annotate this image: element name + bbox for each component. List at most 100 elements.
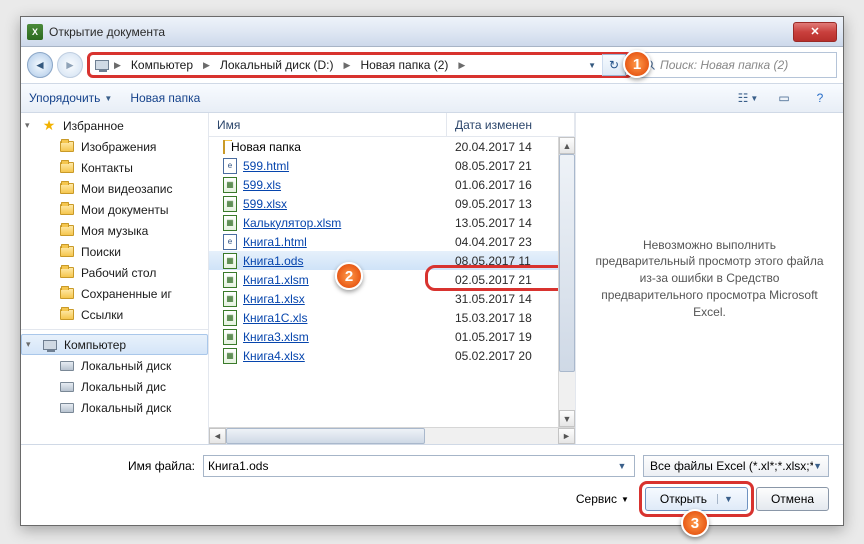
file-row[interactable]: Новая папка20.04.2017 14: [209, 137, 558, 156]
nav-drive[interactable]: Локальный диск: [21, 397, 208, 418]
chevron-right-icon[interactable]: ▶: [342, 60, 353, 71]
folder-icon: [59, 160, 75, 176]
chevron-right-icon[interactable]: ▶: [112, 60, 123, 71]
toolbar: Упорядочить▼ Новая папка ☷ ▼ ▭ ?: [21, 83, 843, 113]
file-row[interactable]: ▦599.xlsx09.05.2017 13: [209, 194, 558, 213]
column-header-date[interactable]: Дата изменен: [447, 113, 575, 136]
organize-button[interactable]: Упорядочить▼: [29, 91, 112, 105]
xls-file-icon: ▦: [223, 272, 237, 288]
file-row[interactable]: ▦Книга1.ods08.05.2017 11: [209, 251, 558, 270]
file-date: 09.05.2017 13: [447, 197, 558, 211]
nav-item[interactable]: Поиски: [21, 241, 208, 262]
breadcrumb-segment[interactable]: Новая папка (2): [354, 56, 454, 74]
new-folder-button[interactable]: Новая папка: [130, 91, 200, 105]
search-placeholder: Поиск: Новая папка (2): [660, 58, 788, 72]
star-icon: ★: [41, 118, 57, 134]
scroll-right-icon[interactable]: ►: [558, 428, 575, 444]
nav-item[interactable]: Мои видеозапис: [21, 178, 208, 199]
nav-drive[interactable]: Локальный дис: [21, 376, 208, 397]
back-button[interactable]: ◄: [27, 52, 53, 78]
drive-icon: [59, 358, 75, 374]
titlebar: X Открытие документа ✕: [21, 17, 843, 47]
address-dropdown-icon[interactable]: ▼: [584, 61, 600, 70]
nav-item-label: Локальный диск: [81, 401, 171, 415]
preview-pane-button[interactable]: ▭: [769, 87, 799, 109]
collapse-icon[interactable]: ▾: [26, 339, 31, 350]
scroll-down-icon[interactable]: ▼: [559, 410, 575, 427]
column-header-name[interactable]: Имя: [209, 113, 447, 136]
file-rows[interactable]: 2 Новая папка20.04.2017 14 e 599.html 08.05…: [209, 137, 558, 427]
vertical-scrollbar[interactable]: ▲ ▼: [558, 137, 575, 427]
chevron-down-icon[interactable]: ▼: [717, 494, 733, 504]
nav-row: ◄ ► ▶ Компьютер ▶ Локальный диск (D:) ▶ …: [21, 47, 843, 83]
forward-button[interactable]: ►: [57, 52, 83, 78]
tools-button[interactable]: Сервис▼: [576, 492, 629, 506]
dialog-footer: Имя файла: Книга1.ods ▼ Все файлы Excel …: [21, 445, 843, 523]
nav-drive[interactable]: Локальный диск: [21, 355, 208, 376]
annotation-badge-2: 2: [335, 262, 363, 290]
filename-value: Книга1.ods: [208, 459, 268, 473]
html-file-icon: e: [223, 158, 237, 174]
filename-input[interactable]: Книга1.ods ▼: [203, 455, 635, 477]
nav-item-label: Мои видеозапис: [81, 182, 173, 196]
open-button[interactable]: Открыть▼: [645, 487, 748, 511]
nav-item[interactable]: Моя музыка: [21, 220, 208, 241]
scroll-left-icon[interactable]: ◄: [209, 428, 226, 444]
computer-icon: [42, 337, 58, 353]
cancel-button[interactable]: Отмена: [756, 487, 829, 511]
file-name: Книга4.xlsx: [243, 349, 305, 363]
file-row[interactable]: ▦Книга4.xlsx05.02.2017 20: [209, 346, 558, 365]
address-bar[interactable]: ▶ Компьютер ▶ Локальный диск (D:) ▶ Нова…: [87, 52, 633, 78]
chevron-right-icon[interactable]: ▶: [456, 60, 467, 71]
xls-file-icon: ▦: [223, 329, 237, 345]
nav-item[interactable]: Сохраненные иг: [21, 283, 208, 304]
nav-item-label: Контакты: [81, 161, 133, 175]
file-date: 04.04.2017 23: [447, 235, 558, 249]
file-name: Калькулятор.xlsm: [243, 216, 341, 230]
breadcrumb-segment[interactable]: Компьютер: [125, 56, 199, 74]
file-date: 08.05.2017 21: [447, 159, 558, 173]
scroll-up-icon[interactable]: ▲: [559, 137, 575, 154]
file-row[interactable]: ▦Книга1.xlsm02.05.2017 21: [209, 270, 558, 289]
file-name: 599.html: [243, 159, 289, 173]
chevron-down-icon[interactable]: ▼: [614, 461, 630, 471]
scroll-thumb[interactable]: [226, 428, 425, 444]
breadcrumb-segment[interactable]: Локальный диск (D:): [214, 56, 340, 74]
nav-item-label: Локальный дис: [81, 380, 166, 394]
view-options-button[interactable]: ☷ ▼: [733, 87, 763, 109]
help-button[interactable]: ?: [805, 87, 835, 109]
filter-value: Все файлы Excel (*.xl*;*.xlsx;*.xl: [650, 459, 813, 473]
nav-item-label: Рабочий стол: [81, 266, 156, 280]
navigation-pane[interactable]: ▾★Избранное ИзображенияКонтактыМои видео…: [21, 113, 209, 444]
file-row[interactable]: eКнига1.html04.04.2017 23: [209, 232, 558, 251]
column-header-row: Имя Дата изменен: [209, 113, 575, 137]
nav-item[interactable]: Рабочий стол: [21, 262, 208, 283]
file-date: 13.05.2017 14: [447, 216, 558, 230]
file-row[interactable]: ▦599.xls01.06.2017 16: [209, 175, 558, 194]
drive-icon: [59, 400, 75, 416]
nav-item[interactable]: Изображения: [21, 136, 208, 157]
folder-icon: [59, 265, 75, 281]
file-type-filter[interactable]: Все файлы Excel (*.xl*;*.xlsx;*.xl ▼: [643, 455, 829, 477]
nav-item[interactable]: Мои документы: [21, 199, 208, 220]
nav-item[interactable]: Ссылки: [21, 304, 208, 325]
file-row[interactable]: ▦ Калькулятор.xlsm 13.05.2017 14: [209, 213, 558, 232]
file-row[interactable]: ▦Книга1.xlsx31.05.2017 14: [209, 289, 558, 308]
collapse-icon[interactable]: ▾: [25, 120, 30, 131]
horizontal-scrollbar[interactable]: ◄ ►: [209, 427, 575, 444]
nav-item[interactable]: Контакты: [21, 157, 208, 178]
search-input[interactable]: Поиск: Новая папка (2): [637, 52, 837, 78]
file-row[interactable]: e 599.html 08.05.2017 21: [209, 156, 558, 175]
file-name: Книга1C.xls: [243, 311, 307, 325]
scroll-thumb[interactable]: [559, 154, 575, 372]
file-row[interactable]: ▦Книга3.xlsm01.05.2017 19: [209, 327, 558, 346]
chevron-down-icon[interactable]: ▼: [813, 461, 822, 471]
xls-file-icon: ▦: [223, 215, 237, 231]
folder-icon: [223, 140, 225, 154]
chevron-right-icon[interactable]: ▶: [201, 60, 212, 71]
file-name: Новая папка: [231, 140, 301, 154]
nav-favorites[interactable]: ▾★Избранное: [21, 115, 208, 136]
close-button[interactable]: ✕: [793, 22, 837, 42]
nav-computer[interactable]: ▾Компьютер: [21, 334, 208, 355]
file-row[interactable]: ▦Книга1C.xls15.03.2017 18: [209, 308, 558, 327]
